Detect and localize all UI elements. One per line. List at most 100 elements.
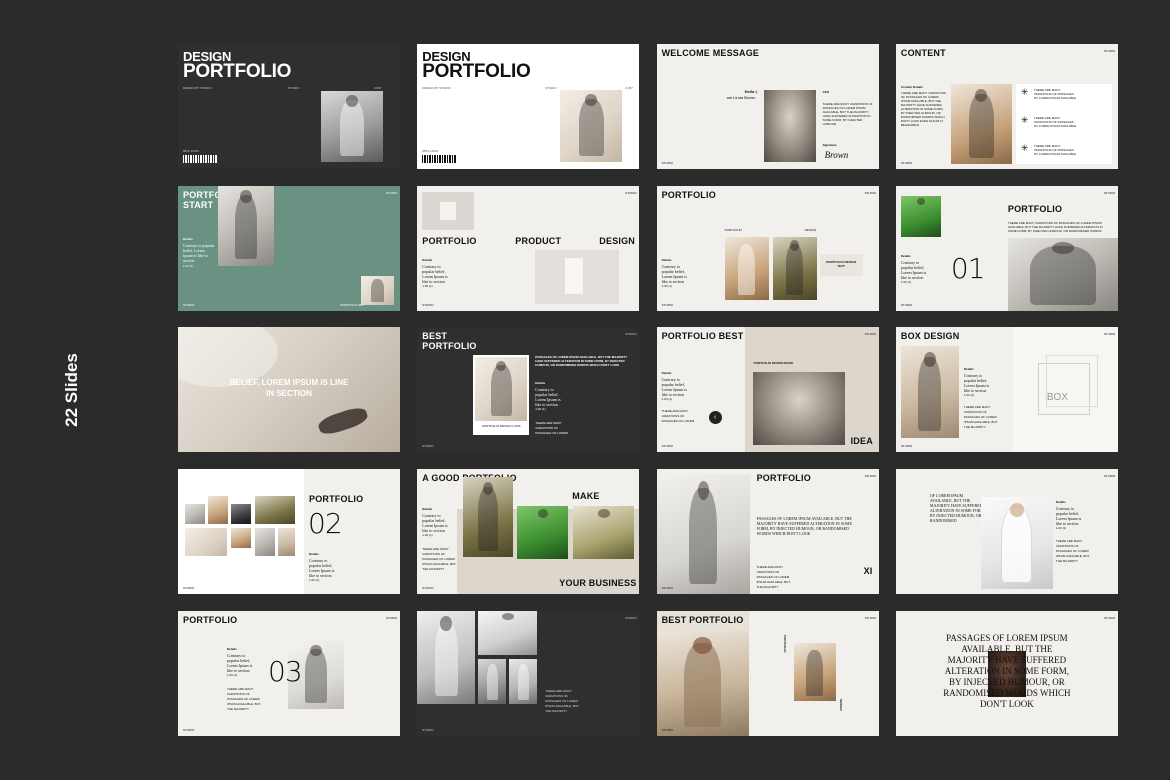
slide-17-portfolio-03[interactable]: PORTFOLIO STUDIO Details Contrary to pop… [178, 610, 400, 736]
slide-10-best-portfolio[interactable]: BEST PORTFOLIO STUDIO PORTFOLIO DESIGN L… [417, 327, 640, 453]
slide-5-portfolio-start[interactable]: PORTFOLIO START STUDIO Details Contrary … [178, 185, 400, 311]
slide-7-details: Details [661, 257, 672, 262]
slide-14-list-item: THE MAJORITY [422, 567, 445, 572]
slide-4-list-panel: ✳ THERE ARE MANY VARIATIONS OF PASSAGES … [1015, 84, 1112, 164]
slide-6-product-design[interactable]: PORTFOLIO STUDIO PORTFOLIO PRODUCT DESIG… [417, 185, 640, 311]
slide-3-signature: Brown [824, 150, 849, 160]
slide-16-photo [980, 497, 1053, 590]
slide-12-box-label: BOX [1046, 392, 1069, 404]
slide-6-word-design: DESIGN [599, 235, 636, 246]
slide-12-box-design[interactable]: BOX DESIGN STUDIO Details Contrary to po… [895, 327, 1118, 453]
slide-2-design-portfolio-light[interactable]: DESIGN PORTFOLIO DESIGN BY STUDIO STUDIO… [417, 44, 640, 169]
slide-16-details: Details [1055, 500, 1066, 505]
slide-16-quote-photo[interactable]: OF LOREM IPSUM AVAILABLE, BUT THE MAJORI… [895, 469, 1118, 595]
slide-20-corner: STUDIO [1103, 615, 1116, 620]
slide-12-list-item: IPSUM AVAILABLE, BUT [963, 420, 998, 425]
slide-13-studio: STUDIO [183, 586, 195, 591]
slide-15-photo [656, 474, 750, 595]
slide-14-your-business: YOUR BUSINESS [559, 578, 637, 589]
slide-19-best-portfolio[interactable]: BEST PORTFOLIO STUDIO PORTFOLIO DESIGN S… [656, 610, 879, 736]
slide-18-list: THERE ARE MANY VARIATIONS OF PASSAGES OF… [545, 689, 579, 714]
slide-9-quote: BELIEF, LOREM IPSUM IS LINE IN SECTION [178, 377, 400, 399]
slide-6-num: 1.00 (1) [422, 283, 433, 288]
slide-12-list-item: THE MAJORITY [963, 425, 986, 430]
slide-17-list-item: VARIATIONS OF [227, 691, 250, 696]
slide-15-xi: XI [863, 566, 873, 577]
slide-5-photo-main [218, 185, 274, 266]
slide-14-good-portfolio[interactable]: A GOOD PORTFOLIO MAKE Details Contrary t… [417, 469, 640, 595]
slide-8-studio: STUDIO [900, 302, 913, 307]
slide-8-details: Details [900, 253, 911, 258]
slide-4-item-2: THERE ARE MANY VARIATIONS OF PASSAGES OF… [1033, 116, 1077, 128]
slide-18-photo-2 [478, 610, 538, 655]
slide-14-body: Contrary to popular belief, Lorem Ipsum … [422, 513, 448, 534]
slide-1-design-portfolio-dark[interactable]: DESIGN PORTFOLIO DESIGN BY STUDIO STUDIO… [178, 44, 400, 169]
slide-17-details: Details [227, 646, 237, 651]
slide-17-list-item: IPSUM AVAILABLE, BUT [227, 701, 261, 706]
slide-8-body: THERE ARE MANY VARIATIONS OF PASSAGES OF… [1007, 220, 1103, 233]
slide-15-portfolio-xi[interactable]: PORTFOLIO STUDIO PASSAGES OF LOREM IPSUM… [656, 469, 879, 595]
slide-19-studio: STUDIO [661, 727, 673, 732]
slide-12-title: BOX DESIGN [900, 331, 960, 342]
slide-16-list: THERE ARE MANY VARIATIONS OF PASSAGES OF… [1056, 539, 1090, 564]
slide-17-num: 1.00 (1) [227, 672, 238, 677]
slide-7-title: PORTFOLIO [661, 189, 716, 200]
slide-11-corner: STUDIO [864, 332, 876, 337]
slide-18-list-item: IPSUM AVAILABLE, BUT [545, 703, 579, 708]
slide-1-code: 8870 12034 [183, 149, 199, 153]
slide-17-studio: STUDIO [183, 727, 195, 732]
slide-1-barcode-icon [183, 155, 217, 163]
slide-10-num: 1.00 (1) [535, 407, 546, 412]
slide-16-corner: STUDIO [1103, 474, 1116, 479]
slide-3-name: am Linda Brown [726, 95, 756, 100]
slide-18-bw-gallery[interactable]: STUDIO THERE ARE MANY VARIATIONS OF PASS… [417, 610, 640, 736]
slide-19-small-label: DESIGN [838, 698, 843, 711]
slide-20-quote-line: ALTERATION IN SOME FORM, [944, 665, 1069, 676]
slide-3-signature-label: Signature [822, 143, 837, 147]
slide-4-body: THERE ARE MANY VARIATIONS OF PASSAGES OF… [900, 91, 946, 127]
slide-8-num: 1.00 (1) [900, 279, 912, 284]
slide-12-list: THERE ARE MANY VARIATIONS OF PASSAGES OF… [964, 405, 998, 430]
slide-10-card-text: PORTFOLIO DESIGN LOOK [481, 424, 521, 429]
slide-11-portfolio-best[interactable]: PORTFOLIO BEST STUDIO Details Contrary t… [656, 327, 879, 453]
slide-12-studio: STUDIO [900, 444, 913, 449]
slide-4-photo [950, 84, 1012, 164]
slide-4-content[interactable]: CONTENT STUDIO Content Details THERE ARE… [895, 44, 1118, 169]
slide-4-star-icon: ✳ [1020, 143, 1029, 153]
slide-10-details: Details [535, 381, 546, 386]
slide-13-thumb [231, 528, 251, 549]
slide-3-portrait [763, 90, 816, 162]
slide-11-list-item: VARIATIONS OF [661, 414, 685, 419]
slide-7-portfolio[interactable]: PORTFOLIO STUDIO PORTFOLIO DESIGN Detail… [656, 185, 879, 311]
slide-12-details: Details [963, 367, 974, 372]
slide-13-portfolio-02[interactable]: PORTFOLIO 02 Details Contrary to popular… [178, 469, 400, 595]
slide-10-list: THERE ARE MANY VARIATIONS OF PASSAGES OF… [535, 421, 568, 436]
slide-7-label-portfolio: PORTFOLIO [724, 227, 742, 232]
slide-11-num: 1.00 (1) [661, 397, 672, 402]
slide-count-label: 22 Slides [62, 353, 81, 427]
slide-20-quote-line: MAJORITY HAVE SUFFERED [947, 654, 1067, 665]
slide-7-photo-2 [772, 236, 817, 300]
slide-10-small-body: Contrary to popular belief, Lorem Ipsum … [535, 387, 561, 408]
slide-11-list-item: THERE ARE MANY [661, 409, 689, 414]
slide-2-year: 2.057 [625, 86, 633, 90]
slide-12-list-item: PASSAGES OF LOREM [963, 415, 997, 420]
slide-11-arrow-icon[interactable]: ‹ [708, 411, 722, 425]
slide-13-gallery-panel [178, 469, 304, 595]
slide-7-card-text: PORTFOLIO DESIGN TEXT [826, 259, 857, 268]
slide-14-list: THERE ARE MANY VARIATIONS OF PASSAGES OF… [422, 547, 456, 572]
slide-12-list-item: THERE ARE MANY [963, 405, 991, 410]
slide-15-list-item: THERE ARE MANY [756, 565, 784, 570]
slide-1-subtitle: DESIGN BY STUDIO [183, 86, 212, 90]
slide-3-body: THERE ARE MANY VARIATIONS OF PASSAGES OF… [822, 102, 873, 126]
slide-20-quote-line: DON'T LOOK [980, 698, 1034, 709]
slide-8-portfolio-01[interactable]: PORTFOLIO STUDIO THERE ARE MANY VARIATIO… [895, 185, 1118, 311]
slide-11-details: Details [661, 371, 672, 376]
slide-1-studio: STUDIO [288, 86, 300, 90]
slide-4-studio: STUDIO [900, 161, 913, 165]
slide-3-welcome-message[interactable]: WELCOME MESSAGE Hello I, am Linda Brown … [656, 44, 879, 169]
slide-7-studio: STUDIO [661, 302, 673, 307]
slide-20-serif-quote[interactable]: STUDIO PASSAGES OF LOREM IPSUM AVAILABLE… [895, 610, 1118, 736]
slide-13-thumb [185, 504, 205, 525]
slide-9-belief-quote[interactable]: BELIEF, LOREM IPSUM IS LINE IN SECTION [178, 327, 400, 453]
